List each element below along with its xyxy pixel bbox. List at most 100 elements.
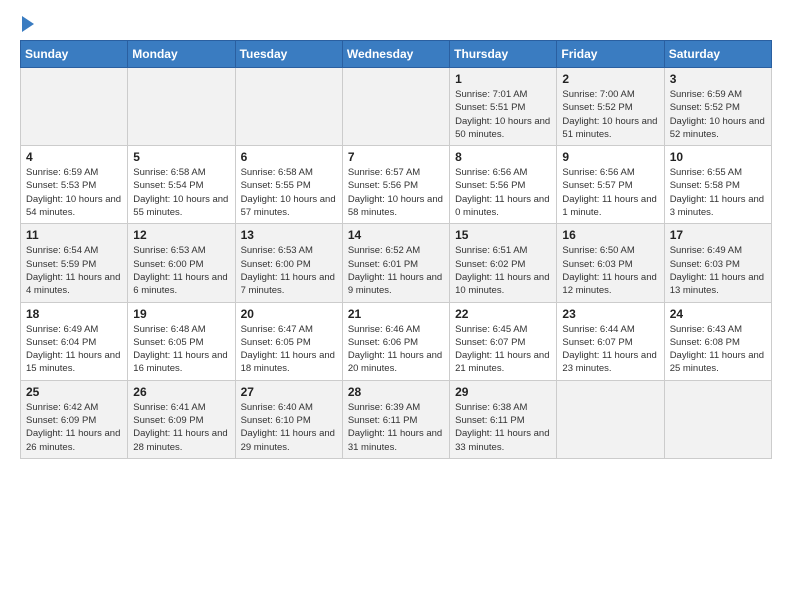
day-number: 29 <box>455 385 551 399</box>
day-cell <box>128 68 235 146</box>
day-info: Sunrise: 6:55 AM Sunset: 5:58 PM Dayligh… <box>670 166 766 219</box>
day-info: Sunrise: 6:49 AM Sunset: 6:04 PM Dayligh… <box>26 323 122 376</box>
day-cell: 19Sunrise: 6:48 AM Sunset: 6:05 PM Dayli… <box>128 302 235 380</box>
day-cell: 13 Sunrise: 6:53 AM Sunset: 6:00 PM Dayli… <box>235 224 342 302</box>
day-cell: 12 Sunrise: 6:53 AM Sunset: 6:00 PM Dayli… <box>128 224 235 302</box>
day-info: Sunrise: 6:46 AM Sunset: 6:06 PM Dayligh… <box>348 323 444 376</box>
day-info: Sunrise: 7:01 AM Sunset: 5:51 PM Dayligh… <box>455 88 551 141</box>
day-info: Sunrise: 6:59 AM Sunset: 5:53 PM Dayligh… <box>26 166 122 219</box>
day-cell <box>21 68 128 146</box>
header-cell-wednesday: Wednesday <box>342 41 449 68</box>
logo-arrow-icon <box>22 16 34 32</box>
week-row-1: 1 Sunrise: 7:01 AM Sunset: 5:51 PM Daylig… <box>21 68 772 146</box>
week-row-2: 4 Sunrise: 6:59 AM Sunset: 5:53 PM Daylig… <box>21 146 772 224</box>
day-number: 18 <box>26 307 122 321</box>
day-info: Sunrise: 6:41 AM Sunset: 6:09 PM Dayligh… <box>133 401 229 454</box>
day-info: Sunrise: 6:52 AM Sunset: 6:01 PM Dayligh… <box>348 244 444 297</box>
day-info: Sunrise: 6:42 AM Sunset: 6:09 PM Dayligh… <box>26 401 122 454</box>
day-info: Sunrise: 6:50 AM Sunset: 6:03 PM Dayligh… <box>562 244 658 297</box>
day-cell: 2 Sunrise: 7:00 AM Sunset: 5:52 PM Daylig… <box>557 68 664 146</box>
day-number: 4 <box>26 150 122 164</box>
day-info: Sunrise: 6:59 AM Sunset: 5:52 PM Dayligh… <box>670 88 766 141</box>
day-info: Sunrise: 6:53 AM Sunset: 6:00 PM Dayligh… <box>241 244 337 297</box>
day-cell: 4 Sunrise: 6:59 AM Sunset: 5:53 PM Daylig… <box>21 146 128 224</box>
day-cell: 8 Sunrise: 6:56 AM Sunset: 5:56 PM Daylig… <box>450 146 557 224</box>
day-info: Sunrise: 6:57 AM Sunset: 5:56 PM Dayligh… <box>348 166 444 219</box>
day-cell: 21 Sunrise: 6:46 AM Sunset: 6:06 PM Dayli… <box>342 302 449 380</box>
day-cell: 14 Sunrise: 6:52 AM Sunset: 6:01 PM Dayli… <box>342 224 449 302</box>
day-cell: 26 Sunrise: 6:41 AM Sunset: 6:09 PM Dayli… <box>128 380 235 458</box>
header-row: SundayMondayTuesdayWednesdayThursdayFrid… <box>21 41 772 68</box>
day-number: 23 <box>562 307 658 321</box>
day-number: 8 <box>455 150 551 164</box>
day-number: 9 <box>562 150 658 164</box>
day-cell: 18 Sunrise: 6:49 AM Sunset: 6:04 PM Dayli… <box>21 302 128 380</box>
day-number: 11 <box>26 228 122 242</box>
day-number: 22 <box>455 307 551 321</box>
day-info: Sunrise: 6:45 AM Sunset: 6:07 PM Dayligh… <box>455 323 551 376</box>
day-number: 28 <box>348 385 444 399</box>
day-info: Sunrise: 6:38 AM Sunset: 6:11 PM Dayligh… <box>455 401 551 454</box>
day-cell: 28 Sunrise: 6:39 AM Sunset: 6:11 PM Dayli… <box>342 380 449 458</box>
day-number: 1 <box>455 72 551 86</box>
day-info: Sunrise: 6:58 AM Sunset: 5:55 PM Dayligh… <box>241 166 337 219</box>
header-cell-tuesday: Tuesday <box>235 41 342 68</box>
week-row-4: 18 Sunrise: 6:49 AM Sunset: 6:04 PM Dayli… <box>21 302 772 380</box>
day-info: Sunrise: 6:40 AM Sunset: 6:10 PM Dayligh… <box>241 401 337 454</box>
day-info: Sunrise: 6:49 AM Sunset: 6:03 PM Dayligh… <box>670 244 766 297</box>
logo <box>20 16 34 32</box>
calendar-header: SundayMondayTuesdayWednesdayThursdayFrid… <box>21 41 772 68</box>
header-cell-monday: Monday <box>128 41 235 68</box>
day-info: Sunrise: 6:47 AM Sunset: 6:05 PM Dayligh… <box>241 323 337 376</box>
day-cell <box>664 380 771 458</box>
day-info: Sunrise: 6:53 AM Sunset: 6:00 PM Dayligh… <box>133 244 229 297</box>
day-number: 7 <box>348 150 444 164</box>
day-cell: 11 Sunrise: 6:54 AM Sunset: 5:59 PM Dayli… <box>21 224 128 302</box>
day-info: Sunrise: 6:44 AM Sunset: 6:07 PM Dayligh… <box>562 323 658 376</box>
header-cell-sunday: Sunday <box>21 41 128 68</box>
day-number: 20 <box>241 307 337 321</box>
day-cell: 23 Sunrise: 6:44 AM Sunset: 6:07 PM Dayli… <box>557 302 664 380</box>
day-info: Sunrise: 7:00 AM Sunset: 5:52 PM Dayligh… <box>562 88 658 141</box>
day-number: 6 <box>241 150 337 164</box>
day-number: 12 <box>133 228 229 242</box>
day-cell <box>235 68 342 146</box>
day-info: Sunrise: 6:39 AM Sunset: 6:11 PM Dayligh… <box>348 401 444 454</box>
day-cell: 1 Sunrise: 7:01 AM Sunset: 5:51 PM Daylig… <box>450 68 557 146</box>
day-cell: 16 Sunrise: 6:50 AM Sunset: 6:03 PM Dayli… <box>557 224 664 302</box>
day-number: 13 <box>241 228 337 242</box>
day-number: 26 <box>133 385 229 399</box>
day-number: 16 <box>562 228 658 242</box>
day-info: Sunrise: 6:43 AM Sunset: 6:08 PM Dayligh… <box>670 323 766 376</box>
day-info: Sunrise: 6:56 AM Sunset: 5:56 PM Dayligh… <box>455 166 551 219</box>
day-cell: 10 Sunrise: 6:55 AM Sunset: 5:58 PM Dayli… <box>664 146 771 224</box>
week-row-5: 25 Sunrise: 6:42 AM Sunset: 6:09 PM Dayli… <box>21 380 772 458</box>
day-cell: 17 Sunrise: 6:49 AM Sunset: 6:03 PM Dayli… <box>664 224 771 302</box>
header-cell-thursday: Thursday <box>450 41 557 68</box>
day-number: 17 <box>670 228 766 242</box>
day-number: 15 <box>455 228 551 242</box>
day-info: Sunrise: 6:58 AM Sunset: 5:54 PM Dayligh… <box>133 166 229 219</box>
day-number: 2 <box>562 72 658 86</box>
day-number: 10 <box>670 150 766 164</box>
day-cell: 29 Sunrise: 6:38 AM Sunset: 6:11 PM Dayli… <box>450 380 557 458</box>
day-number: 25 <box>26 385 122 399</box>
day-cell: 6 Sunrise: 6:58 AM Sunset: 5:55 PM Daylig… <box>235 146 342 224</box>
day-info: Sunrise: 6:51 AM Sunset: 6:02 PM Dayligh… <box>455 244 551 297</box>
day-cell: 15 Sunrise: 6:51 AM Sunset: 6:02 PM Dayli… <box>450 224 557 302</box>
day-cell <box>342 68 449 146</box>
day-number: 21 <box>348 307 444 321</box>
page-header <box>20 16 772 32</box>
day-cell: 27Sunrise: 6:40 AM Sunset: 6:10 PM Dayli… <box>235 380 342 458</box>
calendar-table: SundayMondayTuesdayWednesdayThursdayFrid… <box>20 40 772 459</box>
day-number: 24 <box>670 307 766 321</box>
day-number: 5 <box>133 150 229 164</box>
header-cell-saturday: Saturday <box>664 41 771 68</box>
day-info: Sunrise: 6:54 AM Sunset: 5:59 PM Dayligh… <box>26 244 122 297</box>
day-number: 19 <box>133 307 229 321</box>
calendar-body: 1 Sunrise: 7:01 AM Sunset: 5:51 PM Daylig… <box>21 68 772 459</box>
day-cell: 22 Sunrise: 6:45 AM Sunset: 6:07 PM Dayli… <box>450 302 557 380</box>
day-number: 3 <box>670 72 766 86</box>
day-number: 14 <box>348 228 444 242</box>
day-cell: 9Sunrise: 6:56 AM Sunset: 5:57 PM Daylig… <box>557 146 664 224</box>
